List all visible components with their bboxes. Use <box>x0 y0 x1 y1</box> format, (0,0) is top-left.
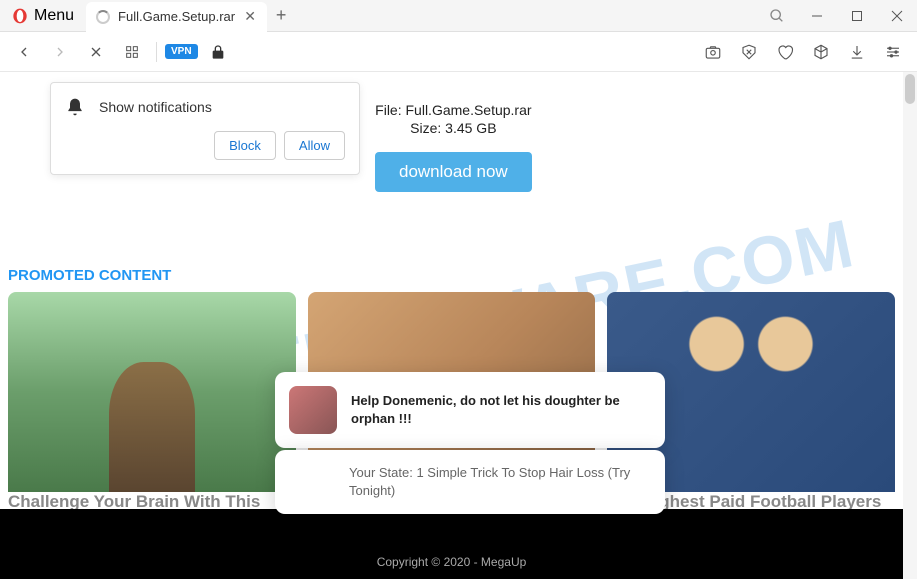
download-icon <box>848 43 866 61</box>
opera-logo-icon <box>12 8 28 24</box>
speed-dial-button[interactable] <box>116 36 148 68</box>
snapshot-button[interactable] <box>697 36 729 68</box>
promoted-content-heading: PROMOTED CONTENT <box>8 267 171 284</box>
stop-button[interactable] <box>80 36 112 68</box>
chevron-left-icon <box>16 44 32 60</box>
cube-icon <box>812 43 830 61</box>
maximize-button[interactable] <box>837 0 877 32</box>
promoted-card[interactable] <box>8 292 296 492</box>
download-button[interactable]: download now <box>375 152 532 192</box>
notification-prompt-text: Show notifications <box>99 99 212 115</box>
back-button[interactable] <box>8 36 40 68</box>
extensions-button[interactable] <box>805 36 837 68</box>
bookmark-button[interactable] <box>769 36 801 68</box>
file-info-panel: File: Full.Game.Setup.rar Size: 3.45 GB … <box>375 102 532 192</box>
block-button[interactable]: Block <box>214 131 276 160</box>
scrollbar-thumb[interactable] <box>905 74 915 104</box>
notification-popup[interactable]: Help Donemenic, do not let his doughter … <box>275 372 665 448</box>
site-security-button[interactable] <box>202 36 234 68</box>
browser-toolbar: VPN <box>0 32 917 72</box>
chevron-right-icon <box>52 44 68 60</box>
page-content: MYANTISPYWARE.COM Show notifications Blo… <box>0 72 917 579</box>
vpn-badge[interactable]: VPN <box>165 44 198 59</box>
minimize-button[interactable] <box>797 0 837 32</box>
search-button[interactable] <box>757 0 797 32</box>
search-icon <box>769 8 785 24</box>
window-controls <box>797 0 917 32</box>
close-icon <box>88 44 104 60</box>
tab-title: Full.Game.Setup.rar <box>118 9 235 24</box>
grid-icon <box>124 44 140 60</box>
heart-icon <box>776 43 794 61</box>
file-name-label: File: Full.Game.Setup.rar <box>375 102 532 118</box>
notification-popup[interactable]: Your State: 1 Simple Trick To Stop Hair … <box>275 450 665 514</box>
lock-icon <box>210 44 226 60</box>
shield-x-icon <box>740 43 758 61</box>
file-size-label: Size: 3.45 GB <box>375 120 532 136</box>
notification-avatar-image <box>289 386 337 434</box>
page-footer: Copyright © 2020 - MegaUp <box>0 509 903 579</box>
camera-icon <box>704 43 722 61</box>
tab-close-button[interactable]: ✕ <box>243 10 257 24</box>
menu-label: Menu <box>34 7 74 25</box>
forward-button[interactable] <box>44 36 76 68</box>
allow-button[interactable]: Allow <box>284 131 345 160</box>
bell-icon <box>65 97 85 117</box>
vertical-scrollbar[interactable] <box>903 72 917 579</box>
copyright-text: Copyright © 2020 - MegaUp <box>377 555 527 569</box>
browser-titlebar: Menu Full.Game.Setup.rar ✕ + <box>0 0 917 32</box>
sliders-icon <box>884 43 902 61</box>
notification-permission-prompt: Show notifications Block Allow <box>50 82 360 175</box>
new-tab-button[interactable]: + <box>267 2 295 30</box>
browser-tab[interactable]: Full.Game.Setup.rar ✕ <box>86 2 267 32</box>
adblock-button[interactable] <box>733 36 765 68</box>
close-window-button[interactable] <box>877 0 917 32</box>
easy-setup-button[interactable] <box>877 36 909 68</box>
downloads-button[interactable] <box>841 36 873 68</box>
opera-menu-button[interactable]: Menu <box>0 0 86 31</box>
notification-text: Your State: 1 Simple Trick To Stop Hair … <box>349 464 651 500</box>
loading-spinner-icon <box>96 10 110 24</box>
notification-text: Help Donemenic, do not let his doughter … <box>351 392 651 428</box>
